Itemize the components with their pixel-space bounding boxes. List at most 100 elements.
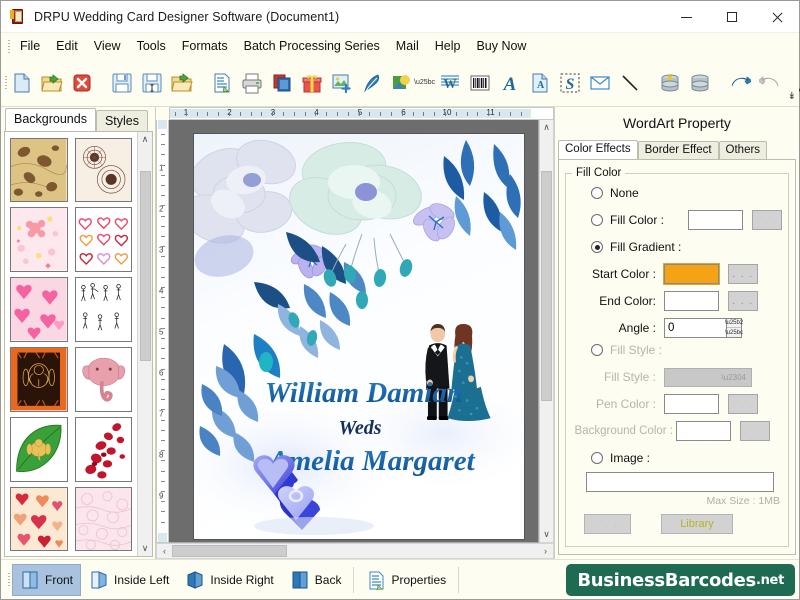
page-inside-left-button[interactable]: Inside Left [81, 564, 177, 596]
wedding-card-design[interactable]: William Damian Weds Amelia Margaret [194, 134, 524, 539]
thumbnail-orange-ganesha-motif[interactable] [10, 347, 68, 412]
swatch-start-color[interactable] [663, 263, 720, 285]
toolbar-overflow-button[interactable]: ↡ [788, 91, 796, 102]
shapes-button[interactable] [387, 67, 417, 99]
pen-tool-button[interactable] [357, 67, 387, 99]
print-button[interactable] [237, 67, 267, 99]
page-front-button[interactable]: Front [12, 563, 82, 596]
tab-styles[interactable]: Styles [95, 109, 149, 132]
page-inside-right-button[interactable]: Inside Right [177, 564, 281, 596]
swatch-end-color[interactable] [664, 291, 719, 311]
radio-image[interactable] [591, 452, 603, 464]
menu-buy-now[interactable]: Buy Now [468, 36, 534, 56]
minimize-button[interactable] [664, 1, 709, 33]
thumbnail-red-rose-petals[interactable] [74, 417, 132, 482]
backgrounds-scroll-thumb[interactable] [139, 171, 151, 362]
open-document-button[interactable] [37, 67, 67, 99]
tab-color-effects[interactable]: Color Effects [558, 140, 638, 159]
canvas-horizontal-scrollbar[interactable]: ‹ › [156, 543, 554, 559]
canvas-vscroll-thumb[interactable] [541, 171, 552, 401]
menu-edit[interactable]: Edit [48, 36, 86, 56]
image-path-input[interactable] [586, 472, 774, 492]
print-preview-button[interactable] [207, 67, 237, 99]
radio-fill-gradient[interactable] [591, 241, 603, 253]
import-database-button[interactable] [655, 67, 685, 99]
card-templates-button[interactable] [267, 67, 297, 99]
thumbnail-brown-lace-doily[interactable] [74, 137, 132, 202]
radio-fill-style[interactable] [591, 344, 603, 356]
barcode-button[interactable] [465, 67, 495, 99]
thumbnail-pink-elephant[interactable] [74, 347, 132, 412]
maximize-button[interactable] [709, 1, 754, 33]
menu-batch-processing-series[interactable]: Batch Processing Series [236, 36, 388, 56]
browse-pen-color-button[interactable]: . . . [728, 394, 758, 414]
thumbnail-vintage-butterfly-gold[interactable] [10, 137, 68, 202]
canvas-scroll-up[interactable]: ∧ [543, 120, 550, 135]
fill-style-dropdown[interactable]: \u2304 [664, 367, 752, 387]
menu-help[interactable]: Help [427, 36, 469, 56]
thumbnail-pink-damask-texture[interactable] [74, 487, 132, 552]
radio-none[interactable] [591, 187, 603, 199]
canvas-scroll-right[interactable]: › [538, 544, 553, 559]
tab-others[interactable]: Others [718, 141, 768, 159]
canvas-scroll-down[interactable]: ∨ [543, 527, 550, 542]
angle-decrement-button[interactable]: \u25bc [725, 328, 743, 337]
tab-backgrounds[interactable]: Backgrounds [5, 107, 96, 131]
statusbar-grip-handle[interactable] [5, 572, 12, 588]
menu-view[interactable]: View [86, 36, 129, 56]
add-image-button[interactable] [327, 67, 357, 99]
text-box-button[interactable]: A [525, 67, 555, 99]
watermark-button[interactable]: W [435, 67, 465, 99]
vertical-ruler[interactable]: 123456789 [156, 120, 169, 543]
browse-start-color-button[interactable]: . . . [728, 264, 758, 284]
save-button[interactable] [107, 67, 137, 99]
angle-spin-buttons[interactable]: \u25b2 \u25bc [725, 319, 743, 337]
canvas-hscroll-thumb[interactable] [172, 545, 287, 557]
export-button[interactable] [167, 67, 197, 99]
thumbnail-heart-pattern-collage[interactable] [10, 487, 68, 552]
menu-tools[interactable]: Tools [129, 36, 174, 56]
browse-fill-color-button[interactable]: . . . [752, 210, 782, 230]
properties-button[interactable]: Properties [358, 564, 454, 596]
card-canvas[interactable]: William Damian Weds Amelia Margaret [169, 120, 539, 543]
save-as-button[interactable] [137, 67, 167, 99]
thumbnail-heart-outlines-colored[interactable] [74, 207, 132, 272]
angle-spinner[interactable]: \u25b2 \u25bc [664, 318, 743, 338]
tab-border-effect[interactable]: Border Effect [637, 141, 719, 159]
library-button[interactable]: Library [661, 514, 733, 534]
menu-file[interactable]: File [12, 36, 48, 56]
shapes-dropdown-caret[interactable]: \u25bc [414, 79, 435, 86]
menu-mail[interactable]: Mail [388, 36, 427, 56]
backgrounds-scrollbar[interactable]: ∧ ∨ [137, 131, 152, 556]
redo-button[interactable] [755, 67, 785, 99]
close-button[interactable] [754, 1, 799, 33]
close-document-button[interactable] [67, 67, 97, 99]
new-document-button[interactable] [7, 67, 37, 99]
canvas-scroll-left[interactable]: ‹ [157, 544, 172, 559]
thumbnail-pink-pastel-flowers[interactable] [10, 207, 68, 272]
page-back-button[interactable]: Back [282, 564, 350, 596]
envelope-button[interactable] [585, 67, 615, 99]
database-button[interactable] [685, 67, 715, 99]
menu-grip-handle[interactable] [5, 38, 12, 54]
wordart-button[interactable]: S [555, 67, 585, 99]
angle-increment-button[interactable]: \u25b2 [725, 319, 743, 328]
swatch-pen-color[interactable] [664, 394, 719, 414]
undo-button[interactable] [725, 67, 755, 99]
canvas-vertical-scrollbar[interactable]: ∧ ∨ [539, 120, 554, 543]
browse-image-button[interactable]: . . . [584, 514, 631, 534]
backgrounds-scroll-down[interactable]: ∨ [142, 541, 149, 556]
thumbnail-pink-hearts[interactable] [10, 277, 68, 342]
thumbnail-green-leaf-ganesha[interactable] [10, 417, 68, 482]
gift-button[interactable] [297, 67, 327, 99]
horizontal-ruler[interactable]: 1234561011 [169, 107, 554, 120]
swatch-fill-color[interactable] [688, 210, 743, 230]
radio-fill-color[interactable] [591, 214, 603, 226]
menu-formats[interactable]: Formats [174, 36, 236, 56]
angle-input[interactable] [665, 319, 726, 337]
backgrounds-scroll-up[interactable]: ∧ [142, 132, 149, 147]
swatch-background-color[interactable] [676, 421, 731, 441]
browse-end-color-button[interactable]: . . . [728, 291, 758, 311]
text-button[interactable]: A [495, 67, 525, 99]
browse-background-color-button[interactable]: . . . [740, 421, 770, 441]
